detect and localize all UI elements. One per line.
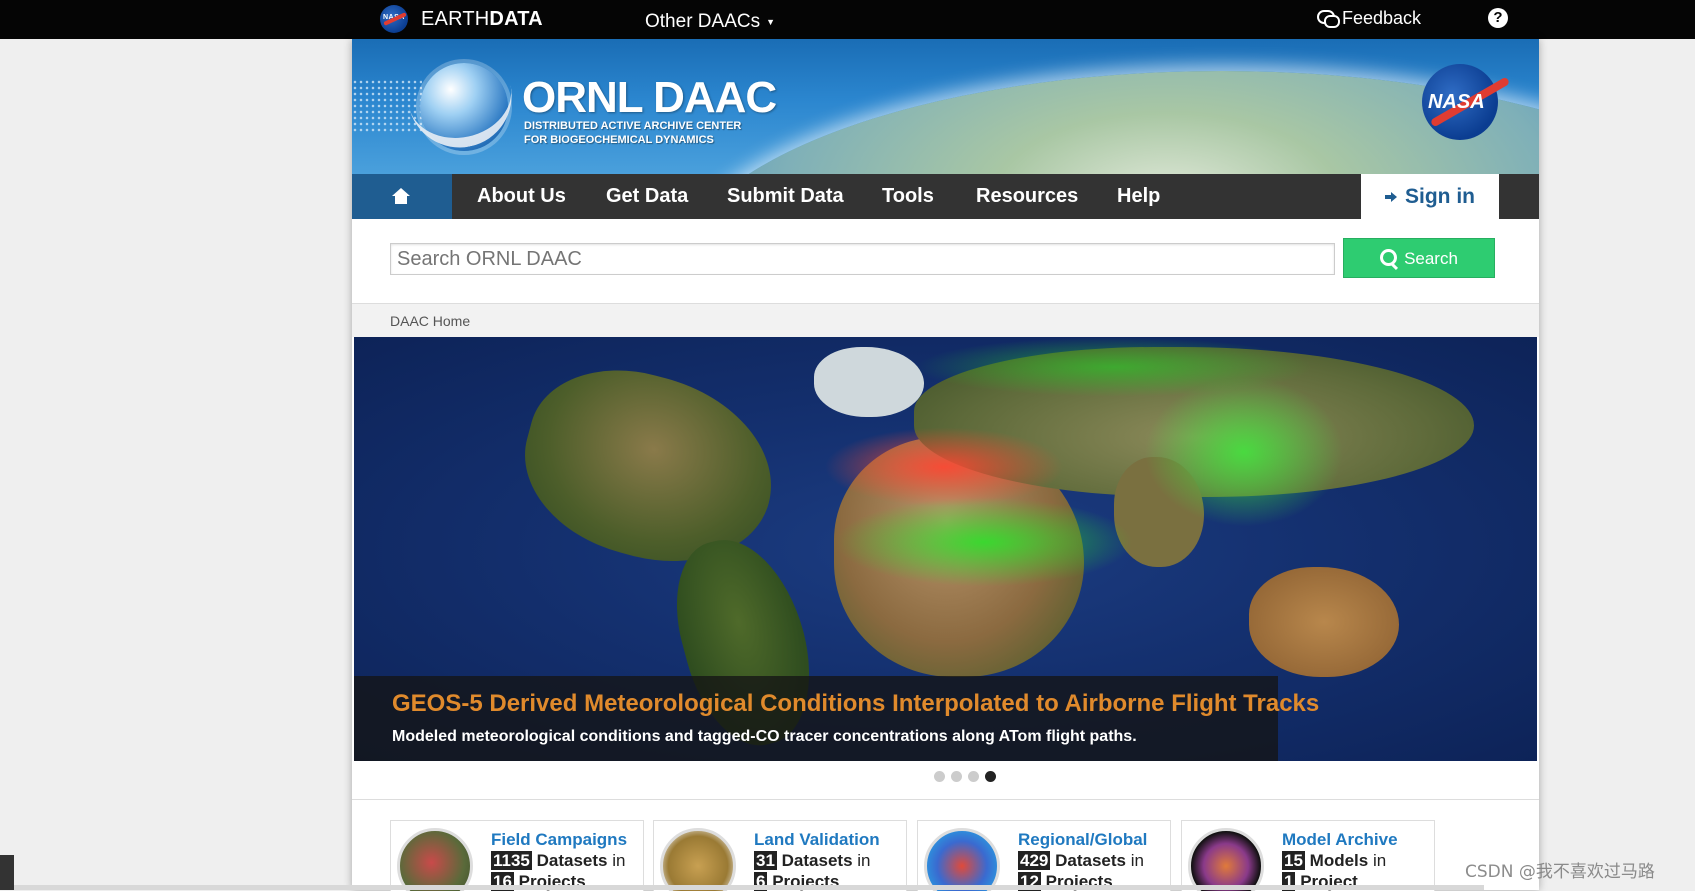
card-title[interactable]: Field Campaigns (491, 830, 627, 850)
dataset-count: 429 (1018, 851, 1051, 870)
greenland-landmass (814, 347, 924, 417)
section-divider (352, 799, 1539, 800)
nav-item-tools[interactable]: Tools (882, 174, 934, 219)
main-nav: About Us Get Data Submit Data Tools Reso… (352, 174, 1539, 219)
co-plume-red (824, 427, 1064, 507)
card-title[interactable]: Land Validation (754, 830, 880, 850)
sign-in-label: Sign in (1405, 185, 1475, 208)
hero-carousel[interactable]: GEOS-5 Derived Meteorological Conditions… (354, 337, 1537, 761)
hero-title[interactable]: GEOS-5 Derived Meteorological Conditions… (392, 690, 1319, 718)
co-plume-green-arctic (914, 337, 1314, 397)
card-regional-global[interactable]: Regional/Global 429 Datasets in 12 Proje… (917, 820, 1171, 891)
carousel-dot-3[interactable] (968, 771, 979, 782)
australia-landmass (1249, 567, 1399, 677)
earthdata-brand-suffix: DATA (489, 8, 543, 30)
site-subtitle-line2: FOR BIOGEOCHEMICAL DYNAMICS (524, 134, 714, 146)
search-input[interactable] (390, 243, 1335, 275)
feedback-link[interactable]: Feedback (1317, 8, 1421, 29)
home-icon (392, 188, 410, 204)
nasa-logo[interactable]: NASA (1422, 64, 1498, 140)
site-banner: ORNL DAAC DISTRIBUTED ACTIVE ARCHIVE CEN… (352, 39, 1539, 174)
dataset-count: 1135 (491, 851, 532, 870)
card-title[interactable]: Model Archive (1282, 830, 1398, 850)
site-title[interactable]: ORNL DAAC (522, 73, 777, 123)
nav-item-get-data[interactable]: Get Data (606, 174, 688, 219)
csdn-watermark: CSDN @我不喜欢过马路 (1465, 862, 1655, 882)
card-datasets-line: 31 Datasets in (754, 851, 871, 871)
card-field-campaigns[interactable]: Field Campaigns 1135 Datasets in 16 Proj… (390, 820, 644, 891)
dataset-unit: Datasets (1055, 851, 1126, 870)
card-model-archive[interactable]: Model Archive 15 Models in 1 Project (1181, 820, 1435, 891)
feedback-label: Feedback (1342, 8, 1422, 28)
carousel-dot-4[interactable] (985, 771, 996, 782)
dataset-count: 31 (754, 851, 777, 870)
nav-item-help[interactable]: Help (1117, 174, 1160, 219)
search-button[interactable]: Search (1343, 238, 1495, 278)
taskbar-edge (0, 855, 14, 890)
card-in-text: in (1130, 851, 1144, 870)
card-in-text: in (1372, 851, 1387, 870)
chat-bubbles-icon (1317, 10, 1340, 28)
co-plume-green-africa (834, 497, 1134, 587)
model-archive-image (1188, 828, 1264, 891)
card-land-validation[interactable]: Land Validation 31 Datasets in 6 Project… (653, 820, 907, 891)
earthdata-brand-prefix: EARTH (421, 8, 490, 30)
nav-item-submit-data[interactable]: Submit Data (727, 174, 844, 219)
other-daacs-label: Other DAACs (645, 11, 761, 32)
card-in-text: in (857, 851, 871, 870)
nasa-meatball-icon[interactable]: NASA (380, 5, 408, 33)
hero-caption: GEOS-5 Derived Meteorological Conditions… (354, 676, 1319, 761)
dataset-unit: Datasets (781, 851, 853, 870)
nav-item-resources[interactable]: Resources (976, 174, 1078, 219)
breadcrumb-bar: DAAC Home (352, 304, 1539, 337)
earthdata-topbar: NASA EARTHDATA Other DAACs ▼ Feedback ? (0, 0, 1695, 39)
caret-down-icon: ▼ (766, 16, 776, 27)
search-button-label: Search (1404, 249, 1458, 268)
other-daacs-dropdown[interactable]: Other DAACs ▼ (645, 11, 775, 33)
page-container: ORNL DAAC DISTRIBUTED ACTIVE ARCHIVE CEN… (352, 39, 1539, 891)
model-unit: Models (1309, 851, 1369, 870)
nav-item-about-us[interactable]: About Us (477, 174, 566, 219)
breadcrumb[interactable]: DAAC Home (390, 313, 470, 329)
earthdata-logo[interactable]: EARTHDATA (421, 8, 543, 31)
card-models-line: 15 Models in (1282, 851, 1386, 871)
carousel-indicators (934, 769, 1002, 782)
site-subtitle: DISTRIBUTED ACTIVE ARCHIVE CENTER FOR BI… (524, 119, 741, 147)
hero-description: Modeled meteorological conditions and ta… (392, 728, 1137, 745)
sign-in-icon (1385, 190, 1401, 204)
nav-home-button[interactable] (352, 174, 452, 219)
help-icon[interactable]: ? (1488, 8, 1508, 28)
earth-horizon-image (672, 71, 1539, 174)
card-in-text: in (612, 851, 626, 870)
regional-global-image (924, 828, 1000, 891)
carousel-dot-1[interactable] (934, 771, 945, 782)
model-count: 15 (1282, 851, 1305, 870)
sign-in-button[interactable]: Sign in (1361, 174, 1499, 219)
carousel-dot-2[interactable] (951, 771, 962, 782)
card-datasets-line: 429 Datasets in (1018, 851, 1144, 871)
search-icon (1380, 249, 1398, 266)
field-campaigns-image (397, 828, 473, 891)
nasa-logo-text: NASA (1428, 91, 1485, 113)
horizontal-scrollbar[interactable] (14, 885, 1484, 890)
search-section: Search (352, 219, 1539, 304)
dataset-unit: Datasets (536, 851, 608, 870)
site-subtitle-line1: DISTRIBUTED ACTIVE ARCHIVE CENTER (524, 120, 742, 132)
card-title[interactable]: Regional/Global (1018, 830, 1147, 850)
card-datasets-line: 1135 Datasets in (491, 851, 625, 871)
land-validation-image (660, 828, 736, 891)
